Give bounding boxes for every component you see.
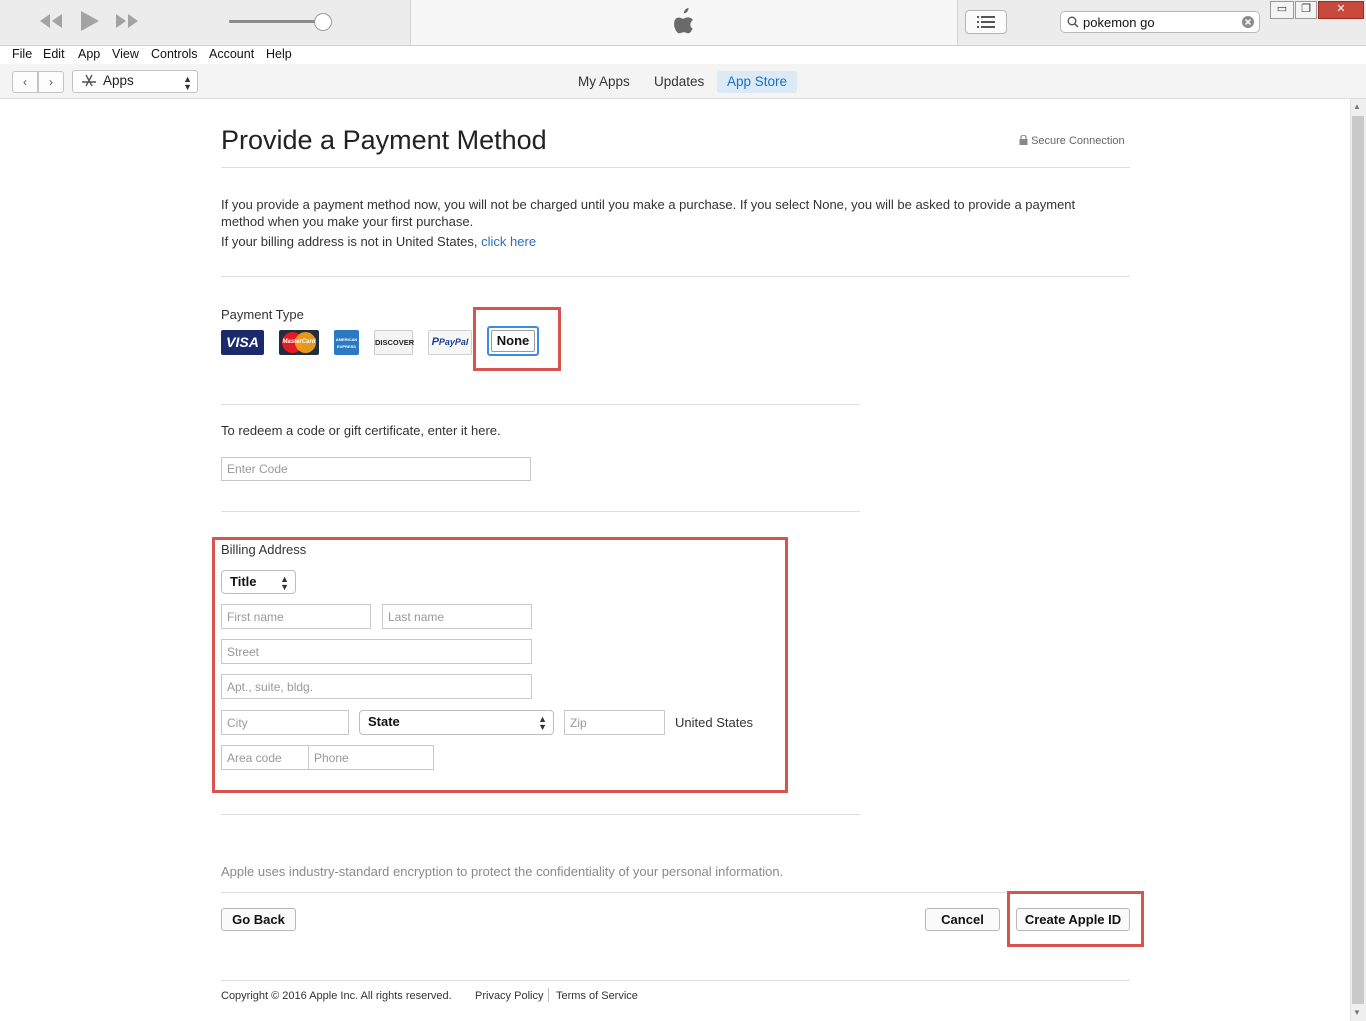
state-select-value: State bbox=[368, 714, 400, 729]
up-next-button[interactable] bbox=[965, 10, 1007, 34]
status-display bbox=[410, 0, 958, 45]
apt-input[interactable] bbox=[222, 675, 531, 698]
city-input[interactable] bbox=[222, 711, 348, 734]
privacy-policy-link[interactable]: Privacy Policy bbox=[475, 990, 543, 1002]
menu-edit[interactable]: Edit bbox=[43, 47, 65, 61]
cancel-button[interactable]: Cancel bbox=[925, 908, 1000, 931]
app-store-icon bbox=[82, 74, 96, 87]
list-icon bbox=[977, 16, 995, 28]
city-field[interactable] bbox=[221, 710, 349, 735]
menu-help[interactable]: Help bbox=[266, 47, 292, 61]
redeem-code-input[interactable] bbox=[222, 458, 530, 480]
billing-address-label: Billing Address bbox=[221, 542, 307, 557]
mastercard-card-option[interactable]: MasterCard bbox=[279, 330, 319, 355]
close-window-button[interactable]: ✕ bbox=[1318, 1, 1364, 19]
mastercard-label: MasterCard bbox=[282, 339, 316, 345]
title-select[interactable]: Title ▲ ▼ bbox=[221, 570, 296, 594]
paypal-option[interactable]: PPayPal bbox=[428, 330, 472, 355]
tab-app-store[interactable]: App Store bbox=[717, 71, 798, 93]
visa-card-option[interactable]: VISA bbox=[221, 330, 264, 355]
tab-my-apps[interactable]: My Apps bbox=[568, 71, 640, 93]
play-icon[interactable] bbox=[79, 9, 101, 37]
street-field[interactable] bbox=[221, 639, 532, 664]
country-label: United States bbox=[675, 715, 754, 730]
phone-input[interactable] bbox=[309, 746, 433, 769]
scrollbar-thumb[interactable] bbox=[1352, 116, 1364, 1004]
click-here-link[interactable]: click here bbox=[481, 234, 536, 249]
paypal-label: PayPal bbox=[438, 337, 469, 347]
media-kind-label: Apps bbox=[103, 73, 134, 88]
first-name-input[interactable] bbox=[222, 605, 370, 628]
menu-view[interactable]: View bbox=[112, 47, 139, 61]
payment-type-label: Payment Type bbox=[221, 307, 304, 322]
forward-button[interactable]: › bbox=[38, 71, 64, 93]
redeem-label: To redeem a code or gift certificate, en… bbox=[221, 423, 501, 438]
intro-text-line1: If you provide a payment method now, you… bbox=[221, 197, 1076, 212]
billing-note: If your billing address is not in United… bbox=[221, 234, 482, 249]
divider bbox=[221, 511, 860, 512]
menu-controls[interactable]: Controls bbox=[151, 47, 198, 61]
volume-knob[interactable] bbox=[314, 13, 332, 31]
menu-account[interactable]: Account bbox=[209, 47, 254, 61]
secure-connection-label: Secure Connection bbox=[1031, 135, 1125, 147]
scroll-up-icon[interactable]: ▲ bbox=[1353, 102, 1361, 111]
privacy-note: Apple uses industry-standard encryption … bbox=[221, 864, 784, 879]
zip-input[interactable] bbox=[565, 711, 664, 734]
scroll-down-icon[interactable]: ▼ bbox=[1353, 1008, 1361, 1017]
tab-updates[interactable]: Updates bbox=[644, 71, 714, 93]
divider bbox=[221, 814, 860, 815]
intro-text-line3: If your billing address is not in United… bbox=[221, 234, 536, 249]
street-input[interactable] bbox=[222, 640, 531, 663]
last-name-field[interactable] bbox=[382, 604, 532, 629]
clear-icon[interactable] bbox=[1241, 15, 1255, 29]
rewind-icon[interactable] bbox=[37, 11, 65, 35]
none-payment-option[interactable]: None bbox=[487, 326, 539, 356]
title-select-value: Title bbox=[230, 574, 257, 589]
divider bbox=[221, 167, 1130, 168]
secure-connection: Secure Connection bbox=[1019, 134, 1125, 147]
menu-file[interactable]: File bbox=[12, 47, 32, 61]
last-name-input[interactable] bbox=[383, 605, 531, 628]
intro-text-line2: method when you make your first purchase… bbox=[221, 214, 474, 229]
divider bbox=[221, 404, 860, 405]
apt-field[interactable] bbox=[221, 674, 532, 699]
menu-app[interactable]: App bbox=[78, 47, 100, 61]
go-back-button[interactable]: Go Back bbox=[221, 908, 296, 931]
search-input[interactable] bbox=[1083, 14, 1233, 30]
page-title: Provide a Payment Method bbox=[221, 125, 547, 155]
volume-slider[interactable] bbox=[229, 20, 321, 23]
amex-card-option[interactable]: AMERICAN EXPRESS bbox=[334, 330, 359, 355]
divider bbox=[221, 980, 1130, 981]
area-code-field[interactable] bbox=[221, 745, 309, 770]
discover-card-option[interactable]: DISCOVER bbox=[374, 330, 415, 355]
back-button[interactable]: ‹ bbox=[12, 71, 38, 93]
area-code-input[interactable] bbox=[222, 746, 308, 769]
restore-button[interactable]: ❐ bbox=[1295, 1, 1317, 19]
chevron-updown-icon: ▲ ▼ bbox=[280, 574, 289, 592]
phone-field[interactable] bbox=[308, 745, 434, 770]
copyright: Copyright © 2016 Apple Inc. All rights r… bbox=[221, 990, 452, 1002]
discover-label: DISCOVER bbox=[375, 338, 415, 347]
redeem-code-field[interactable] bbox=[221, 457, 531, 481]
divider bbox=[221, 892, 1130, 893]
none-label: None bbox=[491, 330, 535, 352]
chevron-updown-icon: ▲ ▼ bbox=[538, 714, 547, 732]
chevron-updown-icon: ▲ ▼ bbox=[183, 74, 192, 92]
menu-bar bbox=[0, 46, 1366, 64]
minimize-button[interactable]: ▭ bbox=[1270, 1, 1294, 19]
media-kind-select[interactable]: Apps ▲ ▼ bbox=[72, 70, 198, 93]
search-field[interactable] bbox=[1060, 11, 1260, 33]
apple-logo bbox=[674, 8, 693, 34]
lock-icon bbox=[1019, 134, 1028, 145]
search-icon bbox=[1067, 16, 1079, 28]
create-apple-id-button[interactable]: Create Apple ID bbox=[1016, 908, 1130, 931]
terms-of-service-link[interactable]: Terms of Service bbox=[556, 990, 638, 1002]
zip-field[interactable] bbox=[564, 710, 665, 735]
first-name-field[interactable] bbox=[221, 604, 371, 629]
fast-forward-icon[interactable] bbox=[113, 11, 141, 35]
divider bbox=[221, 276, 1130, 277]
footer-separator bbox=[548, 988, 549, 1002]
state-select[interactable]: State ▲ ▼ bbox=[359, 710, 554, 735]
